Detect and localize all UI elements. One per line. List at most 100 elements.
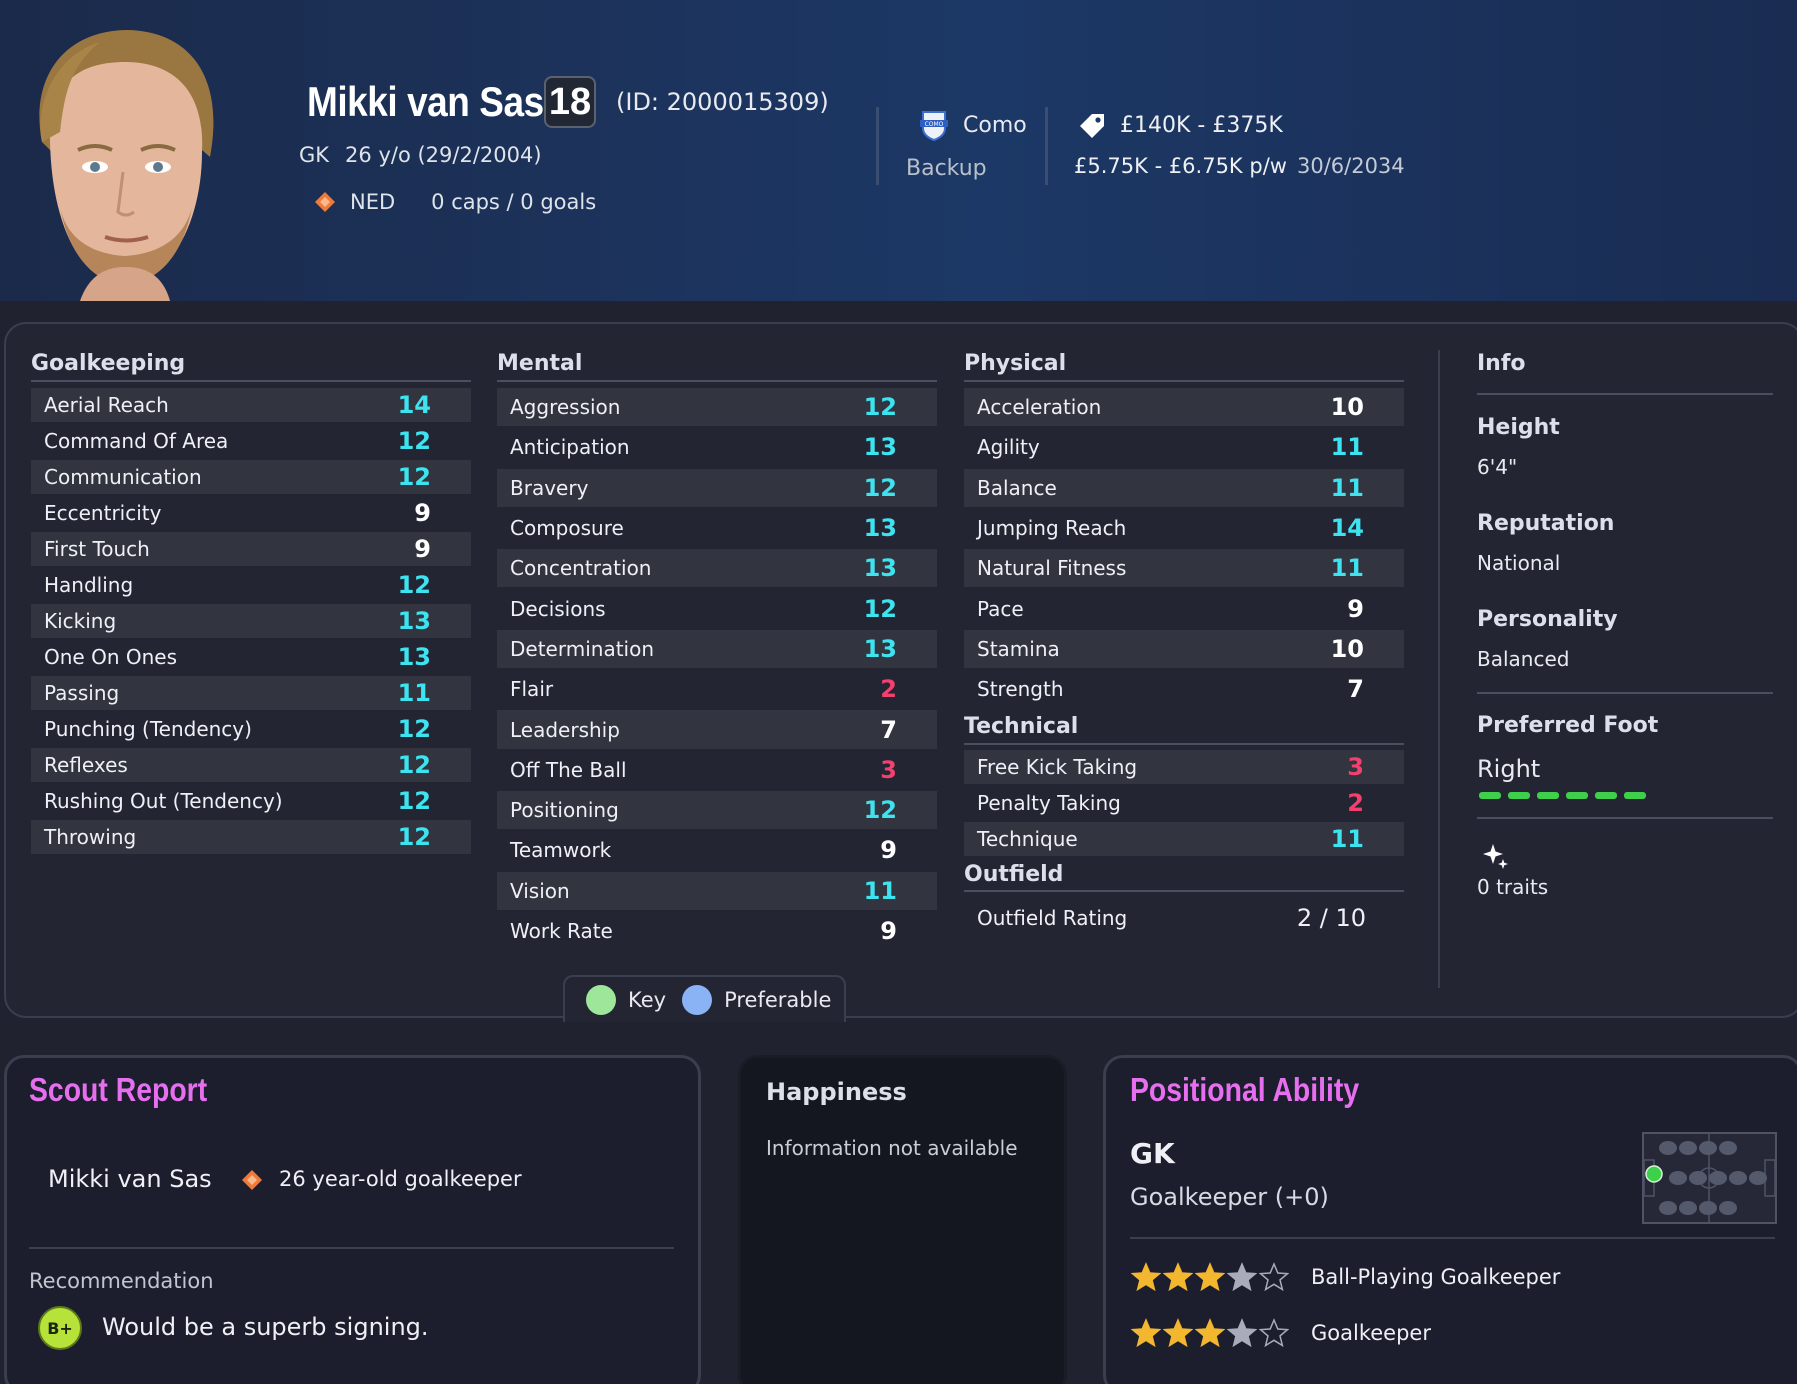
attribute-row-concentration[interactable]: Concentration 13 bbox=[497, 549, 937, 588]
attribute-row-leadership[interactable]: Leadership 7 bbox=[497, 710, 937, 749]
attribute-value: 9 bbox=[1347, 594, 1364, 623]
attribute-label: First Touch bbox=[44, 537, 150, 561]
attribute-row-aggression[interactable]: Aggression 12 bbox=[497, 388, 937, 427]
section-title-mental: Mental bbox=[497, 351, 583, 376]
attribute-row-free-kick-taking[interactable]: Free Kick Taking 3 bbox=[964, 750, 1404, 784]
attribute-label: Reflexes bbox=[44, 753, 128, 777]
attribute-row-pace[interactable]: Pace 9 bbox=[964, 590, 1404, 628]
attribute-row-technique[interactable]: Technique 11 bbox=[964, 822, 1404, 856]
attribute-value: 11 bbox=[1330, 433, 1364, 462]
attribute-label: Jumping Reach bbox=[977, 516, 1127, 541]
attribute-label: Communication bbox=[44, 465, 202, 489]
star-icon bbox=[1227, 1262, 1257, 1292]
happiness-text: Information not available bbox=[766, 1136, 1018, 1160]
attribute-value: 2 bbox=[1347, 789, 1364, 817]
svg-text:COMO: COMO bbox=[925, 121, 944, 128]
section-title-goalkeeping: Goalkeeping bbox=[31, 351, 186, 376]
attribute-row-penalty-taking[interactable]: Penalty Taking 2 bbox=[964, 786, 1404, 820]
section-divider bbox=[1477, 393, 1773, 395]
sparkle-icon bbox=[1483, 844, 1508, 869]
attribute-value: 9 bbox=[414, 499, 431, 527]
attribute-row-punching-tendency[interactable]: Punching (Tendency) 12 bbox=[31, 712, 471, 746]
attribute-label: Teamwork bbox=[510, 838, 612, 863]
attribute-value: 11 bbox=[397, 679, 431, 707]
attribute-row-throwing[interactable]: Throwing 12 bbox=[31, 820, 471, 854]
attribute-value: 3 bbox=[1347, 753, 1364, 781]
attribute-row-positioning[interactable]: Positioning 12 bbox=[497, 791, 937, 830]
traits-count[interactable]: 0 traits bbox=[1477, 875, 1548, 899]
attribute-label: Flair bbox=[510, 677, 554, 702]
attribute-label: Punching (Tendency) bbox=[44, 717, 252, 741]
positional-ability-title: Positional Ability bbox=[1130, 1071, 1360, 1108]
attribute-label: Stamina bbox=[977, 636, 1060, 661]
attribute-row-jumping-reach[interactable]: Jumping Reach 14 bbox=[964, 509, 1404, 547]
attribute-row-decisions[interactable]: Decisions 12 bbox=[497, 590, 937, 628]
attribute-row-handling[interactable]: Handling 12 bbox=[31, 568, 471, 602]
section-divider bbox=[1477, 817, 1773, 819]
attribute-row-first-touch[interactable]: First Touch 9 bbox=[31, 532, 471, 566]
attribute-row-strength[interactable]: Strength 7 bbox=[964, 670, 1404, 708]
role-name[interactable]: Goalkeeper bbox=[1311, 1321, 1431, 1345]
height-label: Height bbox=[1477, 415, 1560, 440]
attribute-row-off-the-ball[interactable]: Off The Ball 3 bbox=[497, 751, 937, 789]
position-pitch-map[interactable] bbox=[1642, 1132, 1777, 1224]
attribute-row-teamwork[interactable]: Teamwork 9 bbox=[497, 831, 937, 869]
attribute-row-kicking[interactable]: Kicking 13 bbox=[31, 604, 471, 638]
attribute-value: 11 bbox=[1330, 473, 1364, 502]
attribute-value: 11 bbox=[863, 876, 897, 905]
squad-role: Backup bbox=[906, 156, 987, 181]
attribute-label: Outfield Rating bbox=[977, 906, 1128, 930]
nation-flag-icon[interactable] bbox=[314, 191, 336, 213]
attribute-row-acceleration[interactable]: Acceleration 10 bbox=[964, 388, 1404, 427]
attribute-row-work-rate[interactable]: Work Rate 9 bbox=[497, 912, 937, 950]
attribute-row-one-on-ones[interactable]: One On Ones 13 bbox=[31, 640, 471, 674]
recommendation-grade-badge: B+ bbox=[38, 1306, 82, 1350]
header-divider bbox=[1045, 107, 1048, 185]
attribute-label: Passing bbox=[44, 681, 120, 705]
attribute-row-vision[interactable]: Vision 11 bbox=[497, 871, 937, 910]
role-star-rating bbox=[1131, 1318, 1289, 1348]
section-title-technical: Technical bbox=[964, 714, 1079, 739]
contract-expiry: 30/6/2034 bbox=[1296, 154, 1405, 178]
club-row[interactable]: COMO Como bbox=[917, 108, 1027, 142]
attribute-value: 13 bbox=[397, 643, 431, 671]
attribute-value: 12 bbox=[397, 571, 431, 599]
attribute-row-eccentricity[interactable]: Eccentricity 9 bbox=[31, 496, 471, 530]
player-header: Mikki van Sas 18 (ID: 2000015309) GK 26 … bbox=[0, 0, 1797, 301]
attribute-row-aerial-reach[interactable]: Aerial Reach 14 bbox=[31, 388, 471, 422]
player-portrait bbox=[39, 30, 214, 301]
role-name[interactable]: Ball-Playing Goalkeeper bbox=[1311, 1265, 1560, 1289]
attribute-value: 12 bbox=[397, 751, 431, 779]
attribute-row-passing[interactable]: Passing 11 bbox=[31, 676, 471, 710]
attribute-row-composure[interactable]: Composure 13 bbox=[497, 509, 937, 547]
attribute-row-natural-fitness[interactable]: Natural Fitness 11 bbox=[964, 549, 1404, 588]
club-name[interactable]: Como bbox=[963, 113, 1027, 138]
attribute-row-anticipation[interactable]: Anticipation 13 bbox=[497, 428, 937, 466]
attribute-row-flair[interactable]: Flair 2 bbox=[497, 670, 937, 708]
attribute-label: Free Kick Taking bbox=[977, 755, 1138, 779]
scout-divider bbox=[29, 1247, 674, 1249]
attribute-value: 12 bbox=[863, 594, 897, 623]
section-title-physical: Physical bbox=[964, 351, 1067, 376]
attribute-row-balance[interactable]: Balance 11 bbox=[964, 468, 1404, 507]
attribute-value: 12 bbox=[397, 463, 431, 491]
attribute-row-bravery[interactable]: Bravery 12 bbox=[497, 468, 937, 507]
section-title-info: Info bbox=[1477, 351, 1526, 376]
positional-role: Goalkeeper (+0) bbox=[1130, 1183, 1329, 1211]
attribute-value: 2 / 10 bbox=[1296, 904, 1366, 932]
attribute-row-agility[interactable]: Agility 11 bbox=[964, 428, 1404, 466]
attribute-label: Kicking bbox=[44, 609, 117, 633]
attribute-row-outfield-rating[interactable]: Outfield Rating 2 / 10 bbox=[964, 900, 1404, 936]
nation-code[interactable]: NED bbox=[350, 190, 395, 214]
height-value: 6'4" bbox=[1477, 455, 1518, 479]
attribute-row-communication[interactable]: Communication 12 bbox=[31, 460, 471, 494]
attribute-label: Penalty Taking bbox=[977, 791, 1121, 815]
attribute-row-determination[interactable]: Determination 13 bbox=[497, 629, 937, 669]
attribute-row-rushing-out-tendency[interactable]: Rushing Out (Tendency) 12 bbox=[31, 784, 471, 818]
attribute-row-reflexes[interactable]: Reflexes 12 bbox=[31, 748, 471, 782]
attribute-value: 13 bbox=[863, 554, 897, 583]
attribute-row-stamina[interactable]: Stamina 10 bbox=[964, 629, 1404, 669]
attribute-label: Bravery bbox=[510, 475, 589, 500]
attribute-row-command-of-area[interactable]: Command Of Area 12 bbox=[31, 424, 471, 458]
attribute-label: Vision bbox=[510, 878, 570, 903]
